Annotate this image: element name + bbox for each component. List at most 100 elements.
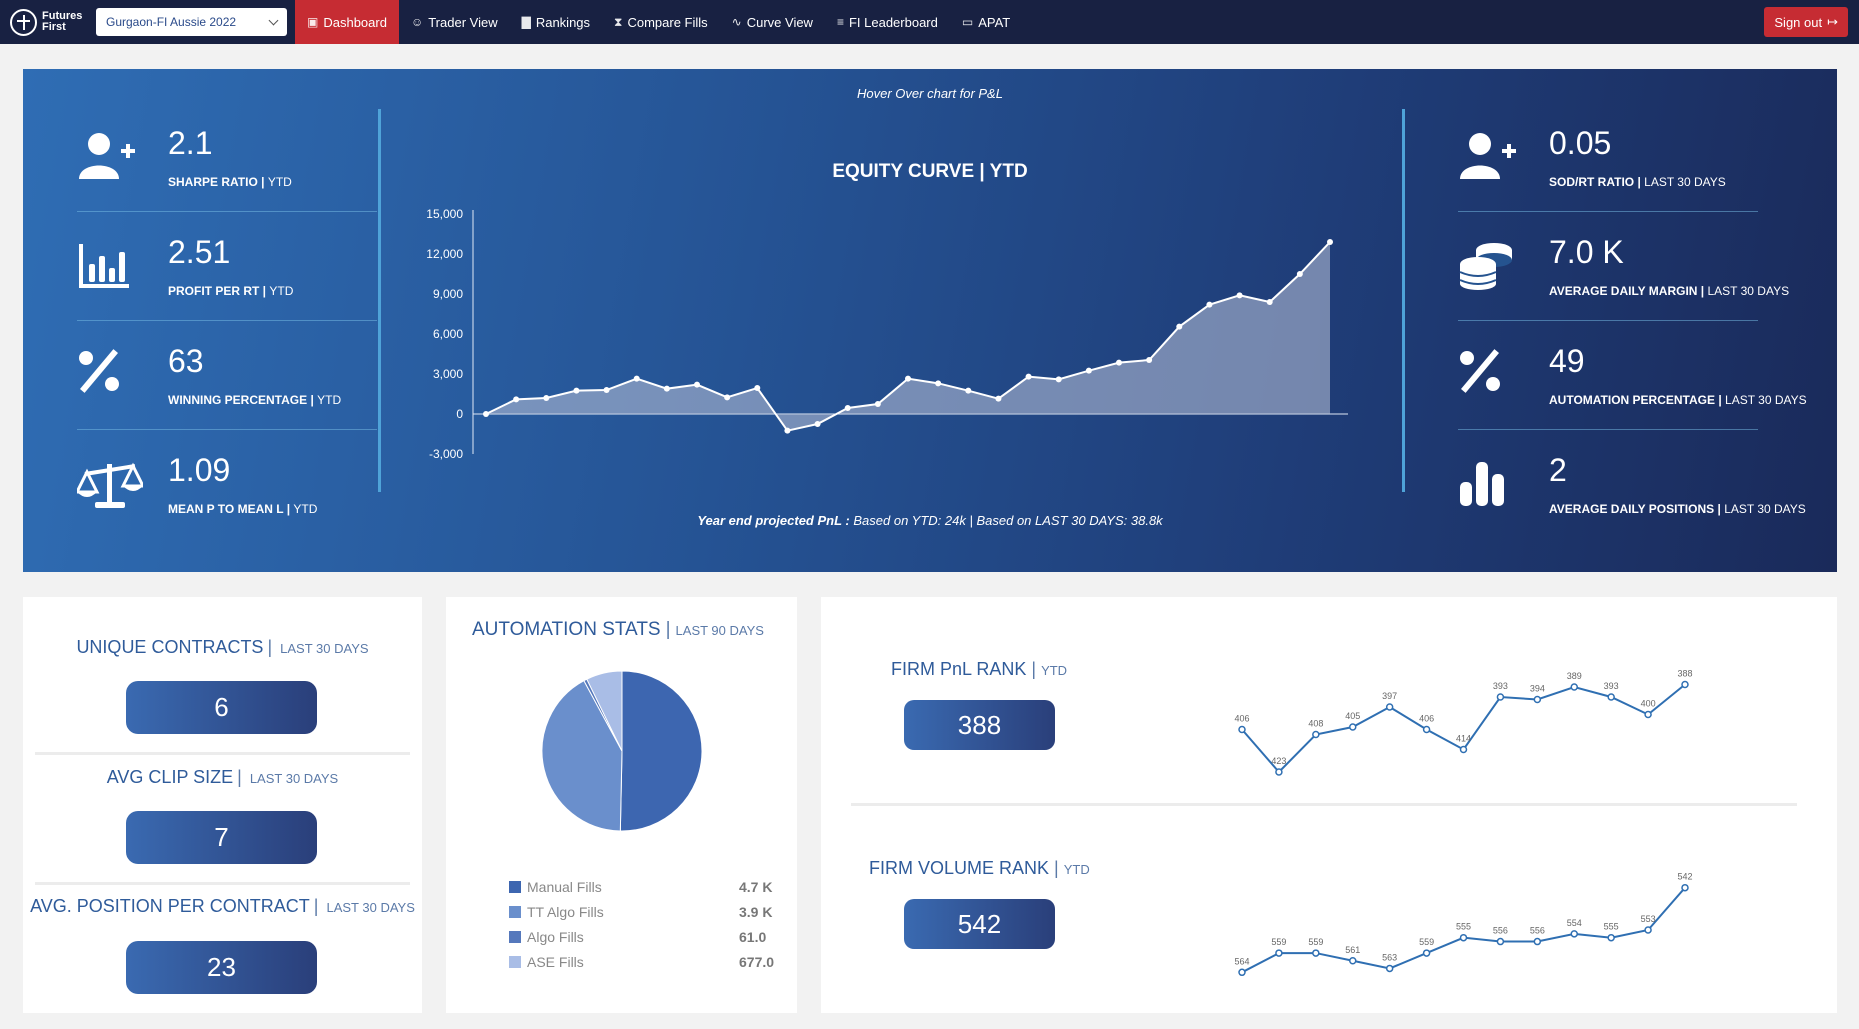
rank-point[interactable]	[1349, 723, 1357, 731]
equity-point[interactable]	[1055, 376, 1062, 383]
equity-point[interactable]	[513, 396, 520, 403]
rank-point[interactable]	[1607, 693, 1615, 701]
nav-item-trader-view[interactable]: ☺ Trader View	[399, 0, 510, 44]
equity-point[interactable]	[965, 387, 972, 394]
rank-point[interactable]	[1533, 937, 1542, 946]
rank-point[interactable]	[1496, 693, 1505, 701]
equity-point[interactable]	[874, 401, 881, 407]
legend-label: Manual Fills	[527, 879, 602, 895]
sign-out-button[interactable]: Sign out ↦	[1764, 7, 1848, 37]
equity-point[interactable]	[1025, 373, 1032, 380]
equity-point[interactable]	[1236, 292, 1243, 299]
y-tick-label: 9,000	[433, 287, 463, 301]
rank-point[interactable]	[1459, 933, 1468, 942]
logo[interactable]: Futures First	[10, 8, 96, 36]
coins-icon	[1458, 240, 1528, 300]
kpi-divider	[35, 752, 410, 755]
equity-point[interactable]	[694, 381, 700, 388]
rank-point[interactable]	[1312, 730, 1320, 739]
stat-label: AVERAGE DAILY POSITIONS | LAST 30 DAYS	[1549, 502, 1806, 516]
volume-rank-chart[interactable]: 564 559 559 561 563 559 555 556 556 554 555 553 542	[1201, 855, 1781, 985]
legend-item[interactable]: TT Algo Fills 3.9 K	[509, 902, 799, 922]
nav-item-apat[interactable]: ▭ APAT	[950, 0, 1022, 44]
equity-point[interactable]	[1176, 323, 1183, 330]
automation-pie-chart[interactable]	[446, 667, 797, 867]
equity-point[interactable]	[1266, 299, 1273, 305]
rank-point[interactable]	[1385, 964, 1394, 973]
equity-point[interactable]	[995, 395, 1002, 402]
rank-point[interactable]	[1607, 933, 1615, 942]
pulse-icon: ∿	[731, 15, 742, 29]
equity-point[interactable]	[1206, 301, 1213, 308]
rank-point[interactable]	[1496, 937, 1505, 946]
rank-data-label: 388	[1677, 669, 1692, 679]
account-select[interactable]: Gurgaon-FI Aussie 2022	[96, 8, 287, 36]
equity-point[interactable]	[603, 387, 610, 393]
equity-point[interactable]	[814, 421, 821, 427]
equity-point[interactable]	[724, 394, 731, 401]
rank-point[interactable]	[1533, 695, 1542, 704]
stat-winning-percentage: 63 WINNING PERCENTAGE | YTD	[77, 321, 377, 430]
stat-label: AUTOMATION PERCENTAGE | LAST 30 DAYS	[1549, 393, 1807, 407]
rank-point[interactable]	[1385, 703, 1394, 711]
rank-point[interactable]	[1349, 957, 1357, 965]
equity-point[interactable]	[1116, 359, 1122, 366]
stat-value: 63	[168, 343, 204, 379]
unique-contracts-value: 6	[126, 681, 317, 734]
stat-label: WINNING PERCENTAGE | YTD	[168, 393, 342, 407]
rank-point[interactable]	[1644, 926, 1652, 934]
nav-item-compare-fills[interactable]: ⧗ Compare Fills	[602, 0, 720, 44]
pie-slice[interactable]	[619, 670, 703, 832]
equity-point[interactable]	[663, 385, 670, 392]
rank-point[interactable]	[1238, 968, 1246, 977]
pnl-rank-chart[interactable]: 406 423 408 405 397 406 414 393 394 389 393 400 388	[1201, 652, 1781, 782]
pnl-rank-value: 388	[904, 700, 1055, 750]
nav-item-rankings[interactable]: ▇ Rankings	[510, 0, 602, 44]
equity-point[interactable]	[844, 405, 851, 411]
nav-item-curve-view[interactable]: ∿ Curve View	[720, 0, 825, 44]
legend-value: 61.0	[739, 929, 767, 945]
nav-item-dashboard[interactable]: ▣ Dashboard	[295, 0, 399, 44]
equity-point[interactable]	[1327, 239, 1333, 245]
equity-point[interactable]	[935, 380, 942, 387]
rank-point[interactable]	[1459, 745, 1468, 754]
stat-label: SOD/RT RATIO | LAST 30 DAYS	[1549, 175, 1726, 189]
equity-point[interactable]	[543, 395, 550, 401]
legend-item[interactable]: Algo Fills 61.0	[509, 927, 799, 947]
nav-item-fi-leaderboard[interactable]: ≡ FI Leaderboard	[825, 0, 950, 44]
legend-item[interactable]: Manual Fills 4.7 K	[509, 877, 799, 897]
add-user-icon	[1458, 131, 1528, 191]
equity-point[interactable]	[483, 411, 489, 417]
rank-point[interactable]	[1275, 768, 1283, 776]
rank-point[interactable]	[1681, 883, 1689, 892]
sign-out-icon: ↦	[1827, 14, 1838, 29]
rank-data-label: 393	[1604, 681, 1619, 691]
percent-icon	[77, 349, 147, 409]
equity-point[interactable]	[573, 387, 580, 394]
rank-point[interactable]	[1644, 710, 1652, 719]
equity-point[interactable]	[754, 385, 761, 391]
rank-point[interactable]	[1681, 680, 1689, 689]
rank-point[interactable]	[1275, 949, 1283, 957]
rank-point[interactable]	[1238, 725, 1246, 734]
rank-point[interactable]	[1570, 683, 1578, 691]
equity-area	[486, 242, 1330, 431]
equity-point[interactable]	[905, 375, 911, 382]
equity-curve-chart[interactable]: 15,000 12,000 9,000 6,000 3,000 0 -3,000	[403, 204, 1393, 504]
equity-point[interactable]	[784, 427, 791, 434]
equity-point[interactable]	[1085, 367, 1092, 374]
equity-point[interactable]	[1296, 271, 1303, 277]
equity-point[interactable]	[1146, 357, 1153, 363]
legend-item[interactable]: ASE Fills 677.0	[509, 952, 799, 972]
rank-point[interactable]	[1570, 930, 1578, 938]
stat-value: 0.05	[1549, 125, 1612, 161]
equity-point[interactable]	[633, 375, 640, 382]
rank-point[interactable]	[1312, 949, 1320, 957]
stat-label: AVERAGE DAILY MARGIN | LAST 30 DAYS	[1549, 284, 1790, 298]
rank-data-label: 563	[1382, 952, 1397, 962]
rank-data-label: 564	[1234, 956, 1249, 966]
rank-point[interactable]	[1422, 725, 1431, 734]
rank-point[interactable]	[1422, 949, 1431, 957]
rank-data-label: 389	[1567, 671, 1582, 681]
legend-value: 3.9 K	[739, 904, 773, 920]
